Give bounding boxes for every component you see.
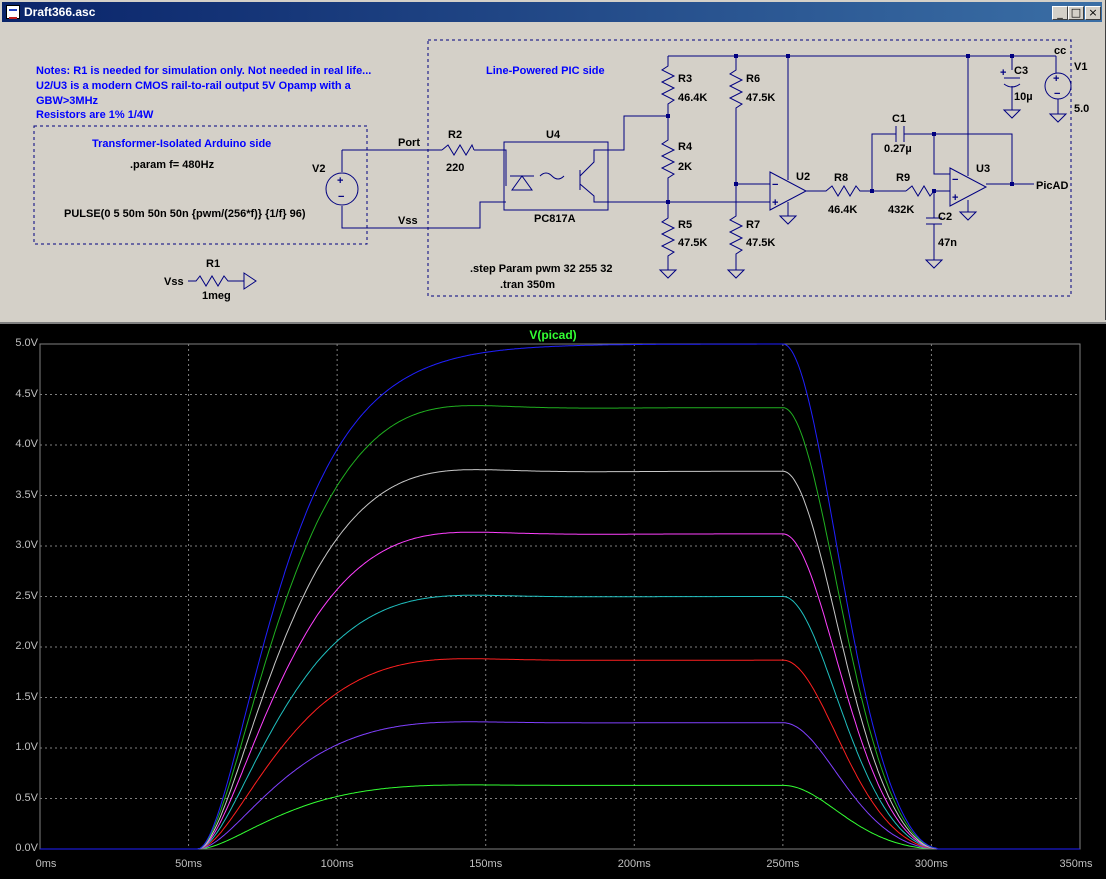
minimize-button[interactable]: _ <box>1052 6 1068 20</box>
svg-text:−: − <box>952 174 958 186</box>
y-tick-label: 2.0V <box>15 640 38 652</box>
x-tick-label: 0ms <box>35 858 57 870</box>
r9-value: 432K <box>888 204 914 216</box>
svg-text:+: + <box>1053 73 1059 85</box>
r8-ref: R8 <box>834 172 848 184</box>
step-directive[interactable]: .step Param pwm 32 255 32 <box>470 263 612 275</box>
x-tick-label: 350ms <box>1059 858 1093 870</box>
note-line-1: Notes: R1 is needed for simulation only.… <box>36 65 371 77</box>
trace-step-5[interactable] <box>40 531 1080 850</box>
trace-step-7[interactable] <box>40 405 1080 850</box>
c2-value: 47n <box>938 237 957 249</box>
schematic-window: Draft366.asc _ □ × + − + − + − + − + Not… <box>0 0 1106 320</box>
u2-ref: U2 <box>796 171 810 183</box>
app-icon <box>6 5 20 19</box>
resistor-r1[interactable] <box>188 272 257 290</box>
v1-ref: V1 <box>1074 61 1087 73</box>
schematic-canvas[interactable]: + − + − + − + − + Notes: R1 is needed fo… <box>4 24 1102 317</box>
net-label-picad[interactable]: PicAD <box>1036 180 1068 192</box>
c3-value: 10µ <box>1014 91 1033 103</box>
note-line-3: GBW>3MHz <box>36 95 99 107</box>
r8-value: 46.4K <box>828 204 857 216</box>
r2-ref: R2 <box>448 129 462 141</box>
y-tick-label: 1.5V <box>15 690 38 703</box>
resistor-r2[interactable] <box>441 143 475 156</box>
x-tick-label: 150ms <box>469 858 503 870</box>
svg-text:+: + <box>772 197 778 209</box>
x-tick-label: 300ms <box>914 858 948 870</box>
note-line-2: U2/U3 is a modern CMOS rail-to-rail outp… <box>36 80 352 92</box>
plot-area[interactable] <box>0 324 1106 879</box>
svg-text:−: − <box>338 191 344 203</box>
r3-value: 46.4K <box>678 92 707 104</box>
pulse-directive[interactable]: PULSE(0 5 50m 50n 50n {pwm/(256*f)} {1/f… <box>64 208 306 220</box>
y-tick-label: 3.5V <box>15 488 38 501</box>
c3-ref: C3 <box>1014 65 1028 77</box>
maximize-button[interactable]: □ <box>1068 6 1084 20</box>
r6-ref: R6 <box>746 73 760 85</box>
v2-ref: V2 <box>312 163 325 175</box>
c2-ref: C2 <box>938 211 952 223</box>
pic-side-label: Line-Powered PIC side <box>486 65 605 77</box>
svg-text:−: − <box>1054 88 1060 100</box>
u4-value: PC817A <box>534 213 576 225</box>
net-label-vss-r1[interactable]: Vss <box>164 276 184 288</box>
r2-value: 220 <box>446 162 464 174</box>
r7-ref: R7 <box>746 219 760 231</box>
title-bar[interactable]: Draft366.asc _ □ × <box>2 2 1102 22</box>
y-tick-label: 5.0V <box>15 337 38 349</box>
y-tick-label: 1.0V <box>15 741 38 753</box>
y-tick-label: 0.5V <box>15 791 38 804</box>
r5-value: 47.5K <box>678 237 707 249</box>
arduino-side-label: Transformer-Isolated Arduino side <box>92 138 271 150</box>
r1-ref: R1 <box>206 258 220 270</box>
svg-text:+: + <box>1000 67 1006 79</box>
r9-ref: R9 <box>896 172 910 184</box>
svg-text:+: + <box>952 192 958 204</box>
x-tick-label: 200ms <box>617 858 651 870</box>
window-title: Draft366.asc <box>24 5 96 19</box>
trace-step-4[interactable] <box>40 594 1080 850</box>
c1-value: 0.27µ <box>884 143 912 155</box>
r4-value: 2K <box>678 161 692 173</box>
net-label-port[interactable]: Port <box>398 137 420 149</box>
r3-ref: R3 <box>678 73 692 85</box>
waveform-viewer[interactable]: V(picad) 0.0V 0.5V 1.0V 1.5V 2.0V 2.5V 3.0V 3.5… <box>0 322 1106 879</box>
note-line-4: Resistors are 1% 1/4W <box>36 109 154 121</box>
trace-step-3[interactable] <box>40 658 1080 850</box>
y-tick-label: 3.0V <box>15 539 38 551</box>
trace-step-1[interactable] <box>40 784 1080 850</box>
x-tick-label: 250ms <box>766 858 800 870</box>
tran-directive[interactable]: .tran 350m <box>500 279 555 291</box>
u3-ref: U3 <box>976 163 990 175</box>
net-label-vss[interactable]: Vss <box>398 215 418 227</box>
x-tick-label: 50ms <box>175 858 203 870</box>
v1-value: 5.0 <box>1074 103 1089 115</box>
r7-value: 47.5K <box>746 237 775 249</box>
u4-ref: U4 <box>546 129 561 141</box>
r4-ref: R4 <box>678 141 693 153</box>
svg-text:+: + <box>337 175 343 187</box>
x-tick-label: 100ms <box>320 858 354 870</box>
close-button[interactable]: × <box>1085 6 1101 20</box>
svg-text:−: − <box>772 179 778 191</box>
net-label-vcc[interactable]: cc <box>1054 45 1066 57</box>
r5-ref: R5 <box>678 219 692 231</box>
y-tick-label: 0.0V <box>15 842 38 854</box>
r1-value: 1meg <box>202 290 231 302</box>
y-tick-label: 4.0V <box>15 438 38 450</box>
y-tick-label: 4.5V <box>15 387 38 400</box>
r6-value: 47.5K <box>746 92 775 104</box>
y-tick-label: 2.5V <box>15 589 38 602</box>
param-directive[interactable]: .param f= 480Hz <box>130 159 215 171</box>
trace-step-6[interactable] <box>40 469 1080 850</box>
c1-ref: C1 <box>892 113 906 125</box>
